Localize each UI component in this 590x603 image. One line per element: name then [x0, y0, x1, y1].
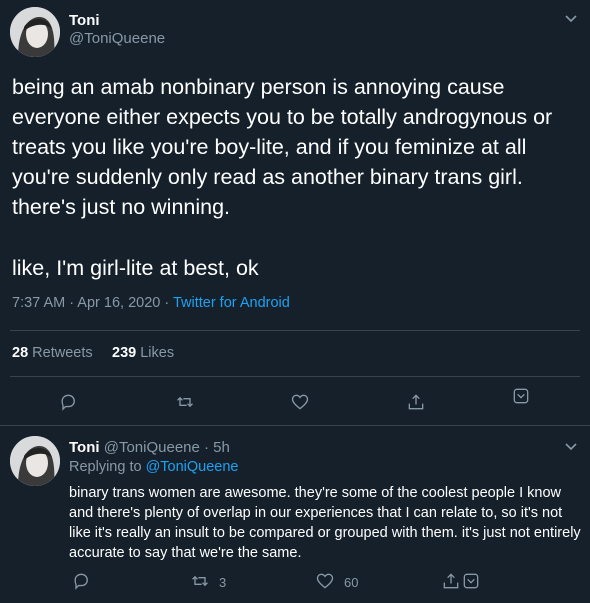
author-avatar[interactable] [10, 7, 60, 57]
chevron-down-icon[interactable] [563, 10, 579, 26]
replying-to-label: Replying to [69, 459, 146, 475]
avatar-image [10, 7, 60, 57]
replying-to-handle[interactable]: @ToniQueene [146, 459, 239, 475]
divider [10, 330, 580, 331]
reply-icon [61, 394, 75, 411]
replying-to: Replying to @ToniQueene [69, 459, 239, 475]
box-chevron-icon [463, 573, 479, 589]
reply-icon [74, 573, 88, 590]
tweet-text-2: like, I'm girl-lite at best, ok [12, 256, 259, 280]
avatar-image [10, 436, 60, 486]
like-button[interactable] [289, 391, 311, 413]
share-button[interactable] [440, 570, 462, 592]
retweet-icon [177, 396, 193, 408]
retweet-count: 3 [219, 575, 227, 590]
likes-count: 239 [112, 345, 137, 361]
like-button[interactable] [314, 570, 336, 592]
reply-header: Toni @ToniQueene · 5h [69, 439, 230, 456]
tweet-text: being an amab nonbinary person is annoyi… [12, 75, 553, 219]
reply-author-meta[interactable]: @ToniQueene · 5h [104, 439, 230, 456]
reply-text: binary trans women are awesome. they're … [69, 485, 581, 561]
chevron-down-icon[interactable] [563, 438, 579, 454]
likes-label: Likes [140, 345, 175, 361]
bookmark-button[interactable] [510, 385, 532, 407]
share-button[interactable] [405, 391, 427, 413]
author-handle[interactable]: @ToniQueene [69, 30, 165, 47]
retweets-label: Retweets [32, 345, 93, 361]
tweet-source-link[interactable]: Twitter for Android [173, 295, 290, 311]
reply-button[interactable] [57, 391, 79, 413]
retweet-button[interactable] [174, 391, 196, 413]
heart-icon [316, 573, 334, 589]
share-icon [408, 394, 424, 410]
like-count: 60 [344, 575, 359, 590]
divider [0, 425, 590, 426]
reply-author-avatar[interactable] [10, 436, 60, 486]
box-chevron-icon [513, 388, 529, 404]
retweets-stat[interactable]: 28 Retweets [12, 345, 93, 361]
retweet-icon [192, 575, 208, 587]
reply-button[interactable] [70, 570, 92, 592]
more-actions-button[interactable] [460, 570, 482, 592]
likes-stat[interactable]: 239 Likes [112, 345, 174, 361]
retweet-button[interactable] [189, 570, 211, 592]
heart-icon [291, 394, 309, 410]
retweets-count: 28 [12, 345, 29, 361]
tweet-time[interactable]: 7:37 AM · Apr 16, 2020 · [12, 295, 173, 311]
tweet-timestamp: 7:37 AM · Apr 16, 2020 · Twitter for And… [12, 295, 290, 311]
reply-author-name[interactable]: Toni [69, 439, 100, 456]
author-name[interactable]: Toni [69, 12, 100, 29]
share-icon [443, 573, 459, 589]
divider [10, 376, 580, 377]
